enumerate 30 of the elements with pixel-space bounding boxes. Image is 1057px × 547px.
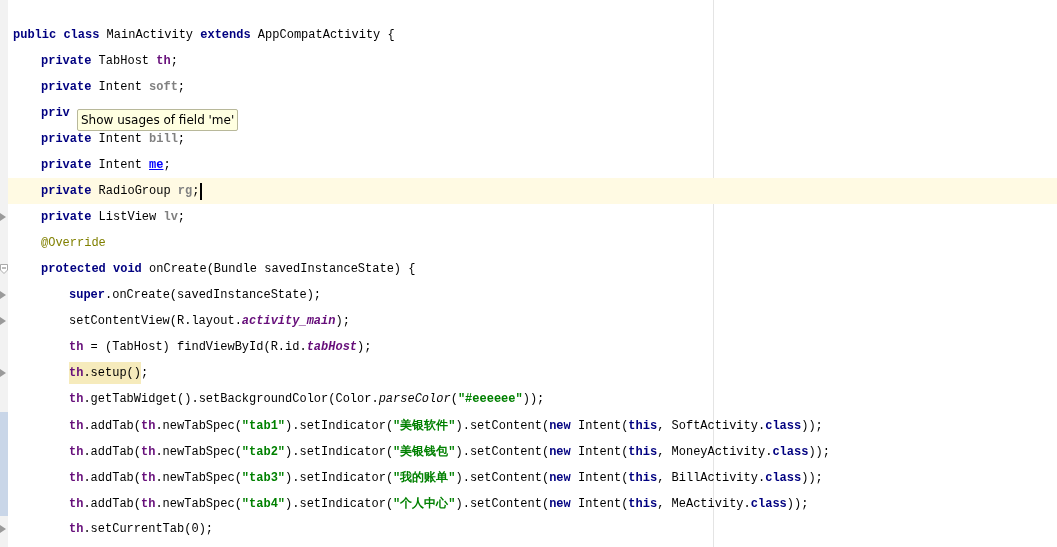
code-editor[interactable] [0, 0, 1057, 547]
code-line: th.addTab(th.newTabSpec("tab4").setIndicator("个人中心").setContent(new Intent(this, MeActivity.class)); [69, 495, 809, 512]
fold-icon[interactable] [0, 264, 8, 274]
code-line: super.onCreate(savedInstanceState); [69, 288, 322, 302]
code-line: th.addTab(th.newTabSpec("tab2").setIndicator("美银钱包").setContent(new Intent(this, MoneyActivity.class)); [69, 443, 830, 460]
code-line: protected void onCreate(Bundle savedInstanceState) { [41, 262, 416, 276]
code-line: private RadioGroup rg; [41, 184, 200, 198]
code-line: th.setCurrentTab(0); [69, 522, 214, 536]
code-line: priv [41, 106, 70, 120]
code-line: th = (TabHost) findViewById(R.id.tabHost); [69, 340, 372, 354]
code-line: public class MainActivity extends AppCompatActivity { [13, 28, 395, 42]
code-line: private TabHost th; [41, 54, 178, 68]
change-marker[interactable] [0, 412, 8, 438]
code-line: th.addTab(th.newTabSpec("tab3").setIndicator("我的账单").setContent(new Intent(this, BillActivity.class)); [69, 469, 823, 486]
code-line: setContentView(R.layout.activity_main); [69, 314, 350, 328]
gutter-arrow-icon[interactable] [0, 213, 6, 221]
change-marker[interactable] [0, 490, 8, 516]
text-cursor [200, 182, 203, 200]
code-line: th.addTab(th.newTabSpec("tab1").setIndicator("美银软件").setContent(new Intent(this, SoftActivity.class)); [69, 417, 823, 434]
gutter-arrow-icon[interactable] [0, 369, 6, 377]
gutter-arrow-icon[interactable] [0, 291, 6, 299]
code-line: private Intent bill; [41, 132, 186, 146]
tooltip: Show usages of field 'me' [77, 109, 239, 131]
code-line: private Intent soft; [41, 80, 186, 94]
gutter-arrow-icon[interactable] [0, 317, 6, 325]
gutter-arrow-icon[interactable] [0, 525, 6, 533]
code-line: @Override [41, 236, 106, 250]
code-line: private Intent me; [41, 158, 171, 172]
code-line: th.getTabWidget().setBackgroundColor(Color.parseColor("#eeeeee")); [69, 392, 545, 406]
code-line: private ListView lv; [41, 210, 186, 224]
